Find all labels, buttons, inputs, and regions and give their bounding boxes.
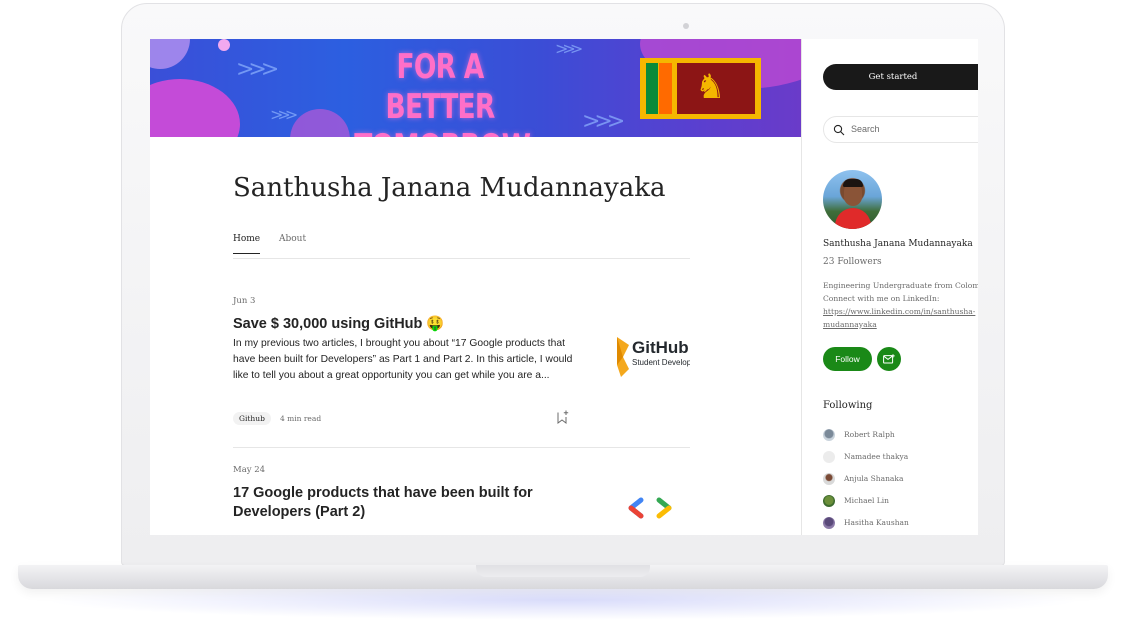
avatar: [823, 429, 835, 441]
banner-title-line1: FOR A BETTER: [385, 47, 496, 127]
post-meta: Github 4 min read: [233, 406, 690, 425]
linkedin-link[interactable]: https://www.linkedin.com/in/santhusha-: [823, 305, 978, 318]
avatar: [823, 473, 835, 485]
banner-title-line2: TOMORROW: [354, 127, 531, 137]
graduation-icon: [617, 337, 629, 377]
post-thumbnail[interactable]: GitHub Student Developer: [612, 333, 690, 383]
following-name[interactable]: Anjula Shanaka: [844, 474, 903, 483]
laptop-camera: [683, 23, 689, 29]
avatar: [823, 517, 835, 529]
bio-line: Engineering Undergraduate from Colombo: [823, 281, 978, 290]
laptop-notch: [476, 565, 650, 577]
avatar: [823, 495, 835, 507]
thumbnail-title: GitHub: [632, 338, 689, 357]
post-card[interactable]: May 24 17 Google products that have been…: [233, 465, 690, 522]
browser-screen: >>> >>> >>> >>> FOR A BETTER TOMORROW ♞ …: [150, 39, 978, 535]
following-name[interactable]: Namadee thakya: [844, 452, 908, 461]
avatar[interactable]: [823, 170, 882, 229]
avatar: [823, 451, 835, 463]
post-divider: [233, 447, 690, 448]
post-date: May 24: [233, 465, 266, 475]
following-name[interactable]: Michael Lin: [844, 496, 889, 505]
tab-home[interactable]: Home: [233, 234, 261, 254]
followers-count[interactable]: 23 Followers: [823, 257, 882, 267]
profile-tabs: Home About: [233, 234, 690, 259]
search-icon: [833, 124, 845, 136]
post-excerpt[interactable]: In my previous two articles, I brought y…: [233, 336, 578, 384]
post-read-time: 4 min read: [279, 414, 322, 423]
post-tag[interactable]: Github: [233, 412, 271, 425]
sri-lanka-flag-icon: ♞: [640, 58, 761, 119]
search-placeholder: Search: [851, 124, 880, 134]
profile-sidebar: Get started Search Santhusha Janana Muda…: [801, 39, 978, 535]
banner-blob: [150, 39, 190, 69]
follow-button[interactable]: Follow: [823, 347, 872, 371]
page-title: Santhusha Janana Mudannayaka: [233, 173, 666, 203]
banner-chevrons: >>>: [270, 105, 298, 124]
tab-about[interactable]: About: [279, 234, 306, 253]
bookmark-add-icon[interactable]: [557, 410, 569, 424]
bio-line: Connect with me on LinkedIn:: [823, 294, 940, 303]
subscribe-button[interactable]: [877, 347, 901, 371]
banner-dot: [218, 39, 230, 51]
sidebar-author-name[interactable]: Santhusha Janana Mudannayaka: [823, 239, 973, 249]
banner-chevrons: >>>: [582, 109, 625, 134]
profile-banner: >>> >>> >>> >>> FOR A BETTER TOMORROW ♞: [150, 39, 801, 137]
author-bio: Engineering Undergraduate from Colombo C…: [823, 279, 978, 331]
banner-blob: [290, 109, 350, 137]
following-heading: Following: [823, 400, 873, 411]
post-date: Jun 3: [233, 296, 256, 306]
get-started-button[interactable]: Get started: [823, 64, 978, 90]
google-developers-logo-icon: [628, 497, 672, 519]
linkedin-link[interactable]: mudannayaka: [823, 318, 978, 331]
mail-plus-icon: [883, 354, 895, 364]
banner-blob: [150, 79, 240, 137]
search-input[interactable]: Search: [823, 116, 978, 143]
banner-chevrons: >>>: [555, 39, 583, 58]
thumbnail-subtitle: Student Developer: [632, 358, 690, 367]
following-name[interactable]: Hasitha Kaushan: [844, 518, 909, 527]
following-name[interactable]: Robert Ralph: [844, 430, 895, 439]
banner-title: FOR A BETTER TOMORROW: [354, 47, 531, 137]
banner-chevrons: >>>: [236, 57, 279, 82]
post-title[interactable]: 17 Google products that have been built …: [233, 484, 553, 522]
post-title[interactable]: Save $ 30,000 using GitHub 🤑: [233, 315, 690, 334]
